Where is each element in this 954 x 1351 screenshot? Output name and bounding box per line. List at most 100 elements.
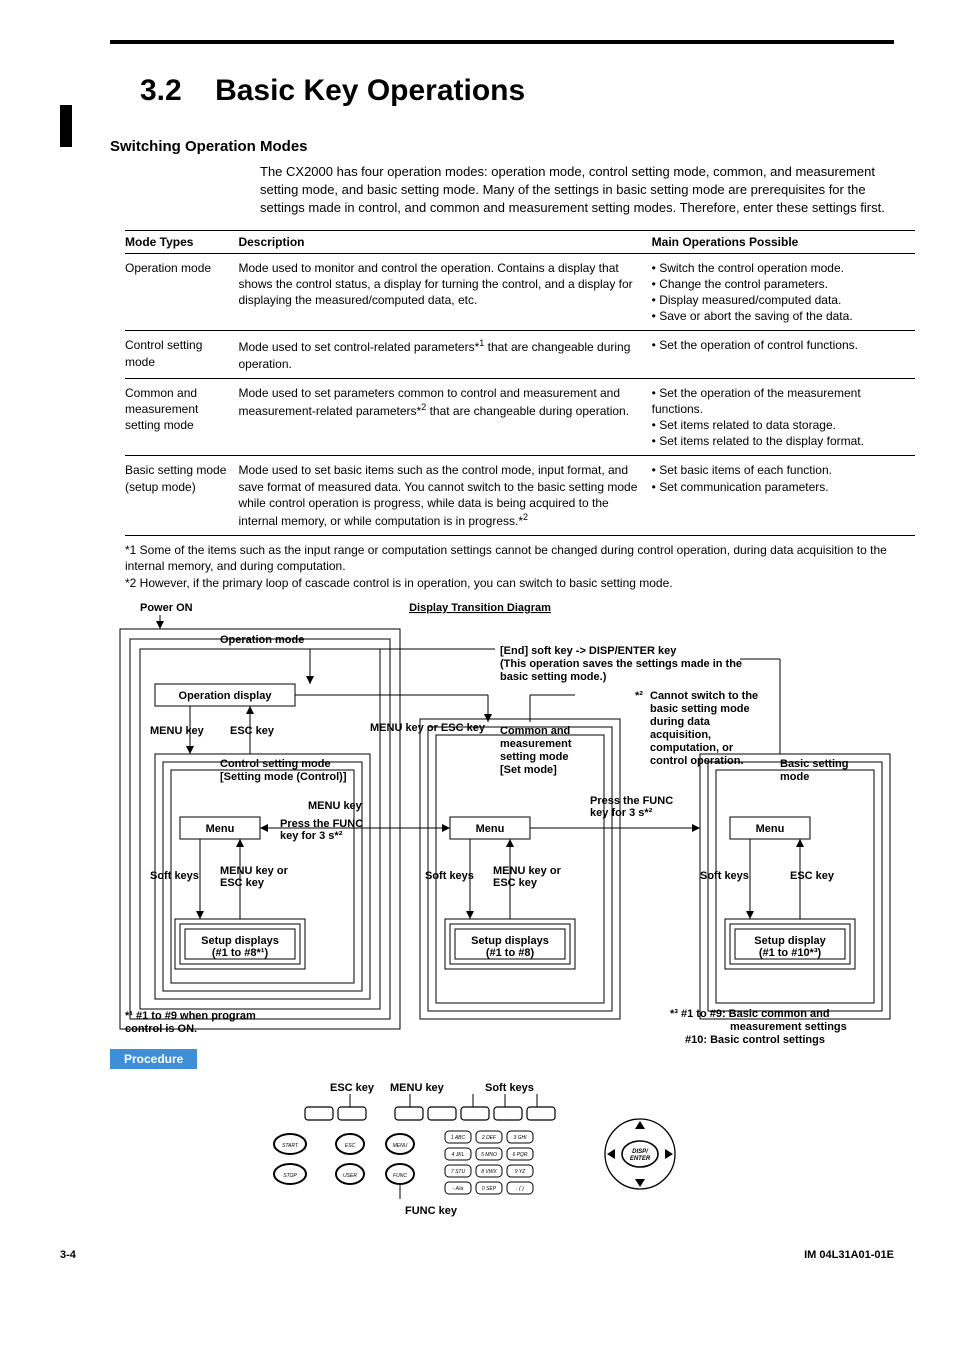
svg-text:computation, or: computation, or	[650, 742, 734, 754]
svg-text:setting mode: setting mode	[500, 751, 568, 763]
svg-text:USER: USER	[343, 1173, 357, 1179]
svg-text:Soft keys: Soft keys	[700, 870, 749, 882]
section-number: 3.2	[140, 74, 182, 107]
svg-text:(#1 to #10*³): (#1 to #10*³)	[759, 947, 822, 959]
round-keys: START STOP ESC USER MENU FUNC	[274, 1134, 414, 1184]
svg-text:Common and: Common and	[500, 725, 570, 737]
svg-text:key for 3 s*²: key for 3 s*²	[280, 830, 343, 842]
esc-key-text: ESC key	[230, 725, 275, 737]
control-setting-mode-sub: [Setting mode (Control)]	[220, 771, 347, 783]
doc-code: IM 04L31A01-01E	[804, 1249, 894, 1261]
svg-text:*²: *²	[635, 690, 643, 702]
subheading: Switching Operation Modes	[110, 138, 894, 155]
svg-text:[End] soft key -> DISP/ENTER k: [End] soft key -> DISP/ENTER key	[500, 645, 677, 657]
th-description: Description	[238, 230, 651, 253]
svg-text:0 SEP: 0 SEP	[482, 1186, 497, 1192]
svg-text:Basic setting: Basic setting	[780, 758, 848, 770]
svg-text:Setup displays: Setup displays	[201, 935, 279, 947]
svg-text:MENU: MENU	[393, 1143, 408, 1149]
svg-text:measurement settings: measurement settings	[730, 1021, 847, 1033]
svg-text:2 DEF: 2 DEF	[481, 1135, 497, 1141]
svg-text:Menu: Menu	[476, 823, 505, 835]
svg-text:(#1 to #8*¹): (#1 to #8*¹)	[212, 947, 269, 959]
svg-text:basic setting mode: basic setting mode	[650, 703, 750, 715]
svg-text:DISP/: DISP/	[632, 1149, 649, 1155]
svg-text:Setup displays: Setup displays	[471, 935, 549, 947]
svg-text:FUNC key: FUNC key	[405, 1205, 458, 1217]
section-heading: 3.2 Basic Key Operations	[140, 74, 894, 108]
intro-paragraph: The CX2000 has four operation modes: ope…	[260, 163, 894, 218]
svg-text:measurement: measurement	[500, 738, 572, 750]
svg-text:ESC: ESC	[345, 1143, 356, 1149]
soft-key-row	[305, 1107, 555, 1120]
svg-text:. ( ): . ( )	[516, 1186, 524, 1192]
top-rule	[110, 40, 894, 44]
table-row: Operation modeMode used to monitor and c…	[125, 253, 915, 331]
svg-text:ESC key: ESC key	[330, 1082, 375, 1094]
svg-text:- A/a: - A/a	[453, 1186, 464, 1192]
svg-text:control operation.: control operation.	[650, 755, 744, 767]
svg-text:7 STU: 7 STU	[451, 1169, 466, 1175]
svg-text:*¹ #1 to #9 when program: *¹ #1 to #9 when program	[125, 1010, 256, 1022]
svg-text:START: START	[282, 1143, 299, 1149]
control-menu-label: Menu	[206, 823, 235, 835]
numeric-keypad: 1 ABC 2 DEF 3 GHI 4 JKL 5 MNO 6 PQR 7 ST…	[445, 1131, 533, 1194]
diagram-title: Display Transition Diagram	[409, 602, 551, 614]
footnote-1: *1 Some of the items such as the input r…	[125, 542, 894, 574]
operation-mode-label: Operation mode	[220, 634, 304, 646]
menu-key-text: MENU key	[150, 725, 205, 737]
svg-text:[Set mode]: [Set mode]	[500, 764, 557, 776]
svg-text:ENTER: ENTER	[630, 1156, 651, 1162]
table-row: Common and measurement setting modeMode …	[125, 378, 915, 456]
svg-text:basic setting mode.): basic setting mode.)	[500, 671, 607, 683]
svg-text:ESC key: ESC key	[790, 870, 835, 882]
svg-text:mode: mode	[780, 771, 809, 783]
svg-text:MENU key: MENU key	[390, 1082, 445, 1094]
svg-text:MENU key or: MENU key or	[493, 865, 562, 877]
th-mode-types: Mode Types	[125, 230, 238, 253]
transition-diagram: Power ON Display Transition Diagram Oper…	[80, 599, 894, 1049]
svg-text:STOP: STOP	[283, 1173, 297, 1179]
svg-text:4 JKL: 4 JKL	[452, 1152, 465, 1158]
soft-keys-1: Soft keys	[150, 870, 199, 882]
page-number: 3-4	[60, 1249, 76, 1261]
svg-text:Soft keys: Soft keys	[425, 870, 474, 882]
svg-text:9 YZ: 9 YZ	[515, 1169, 526, 1175]
th-main-operations: Main Operations Possible	[652, 230, 915, 253]
control-menu-key: MENU key	[308, 800, 363, 812]
footnotes: *1 Some of the items such as the input r…	[125, 542, 894, 591]
svg-text:5 MNO: 5 MNO	[481, 1152, 497, 1158]
svg-text:ESC key: ESC key	[493, 877, 538, 889]
nav-pad: DISP/ ENTER	[605, 1119, 675, 1189]
procedure-badge: Procedure	[110, 1049, 197, 1069]
svg-text:Cannot switch to the: Cannot switch to the	[650, 690, 758, 702]
front-panel-key-diagram: ESC key MENU key Soft keys START STOP ES…	[260, 1079, 894, 1219]
section-title: Basic Key Operations	[215, 74, 525, 107]
svg-text:(This operation saves the sett: (This operation saves the settings made …	[500, 658, 742, 670]
svg-text:Menu: Menu	[756, 823, 785, 835]
svg-text:ESC key: ESC key	[220, 877, 265, 889]
svg-text:(#1 to #8): (#1 to #8)	[486, 947, 535, 959]
table-row: Basic setting mode (setup mode)Mode used…	[125, 456, 915, 536]
section-side-bar	[60, 105, 72, 147]
svg-text:8 VWX: 8 VWX	[481, 1169, 497, 1175]
svg-text:MENU key or: MENU key or	[220, 865, 289, 877]
svg-text:1 ABC: 1 ABC	[451, 1135, 466, 1141]
svg-text:Press the FUNC: Press the FUNC	[590, 795, 673, 807]
svg-text:acquisition,: acquisition,	[650, 729, 711, 741]
mode-types-table: Mode Types Description Main Operations P…	[125, 230, 915, 537]
svg-text:control is ON.: control is ON.	[125, 1023, 197, 1035]
svg-text:Setup display: Setup display	[754, 935, 826, 947]
svg-text:#10: Basic control settings: #10: Basic control settings	[685, 1034, 825, 1046]
svg-text:during data: during data	[650, 716, 711, 728]
table-row: Control setting modeMode used to set con…	[125, 331, 915, 378]
control-setting-mode-label: Control setting mode	[220, 758, 331, 770]
svg-text:*³ #1 to #9: Basic common and: *³ #1 to #9: Basic common and	[670, 1008, 830, 1020]
svg-text:6 PQR: 6 PQR	[512, 1152, 527, 1158]
svg-text:key for 3 s*²: key for 3 s*²	[590, 807, 653, 819]
footnote-2: *2 However, if the primary loop of casca…	[125, 575, 894, 591]
operation-display-label: Operation display	[179, 690, 273, 702]
page-footer: 3-4 IM 04L31A01-01E	[60, 1249, 894, 1261]
svg-text:Soft keys: Soft keys	[485, 1082, 534, 1094]
svg-text:FUNC: FUNC	[393, 1173, 407, 1179]
